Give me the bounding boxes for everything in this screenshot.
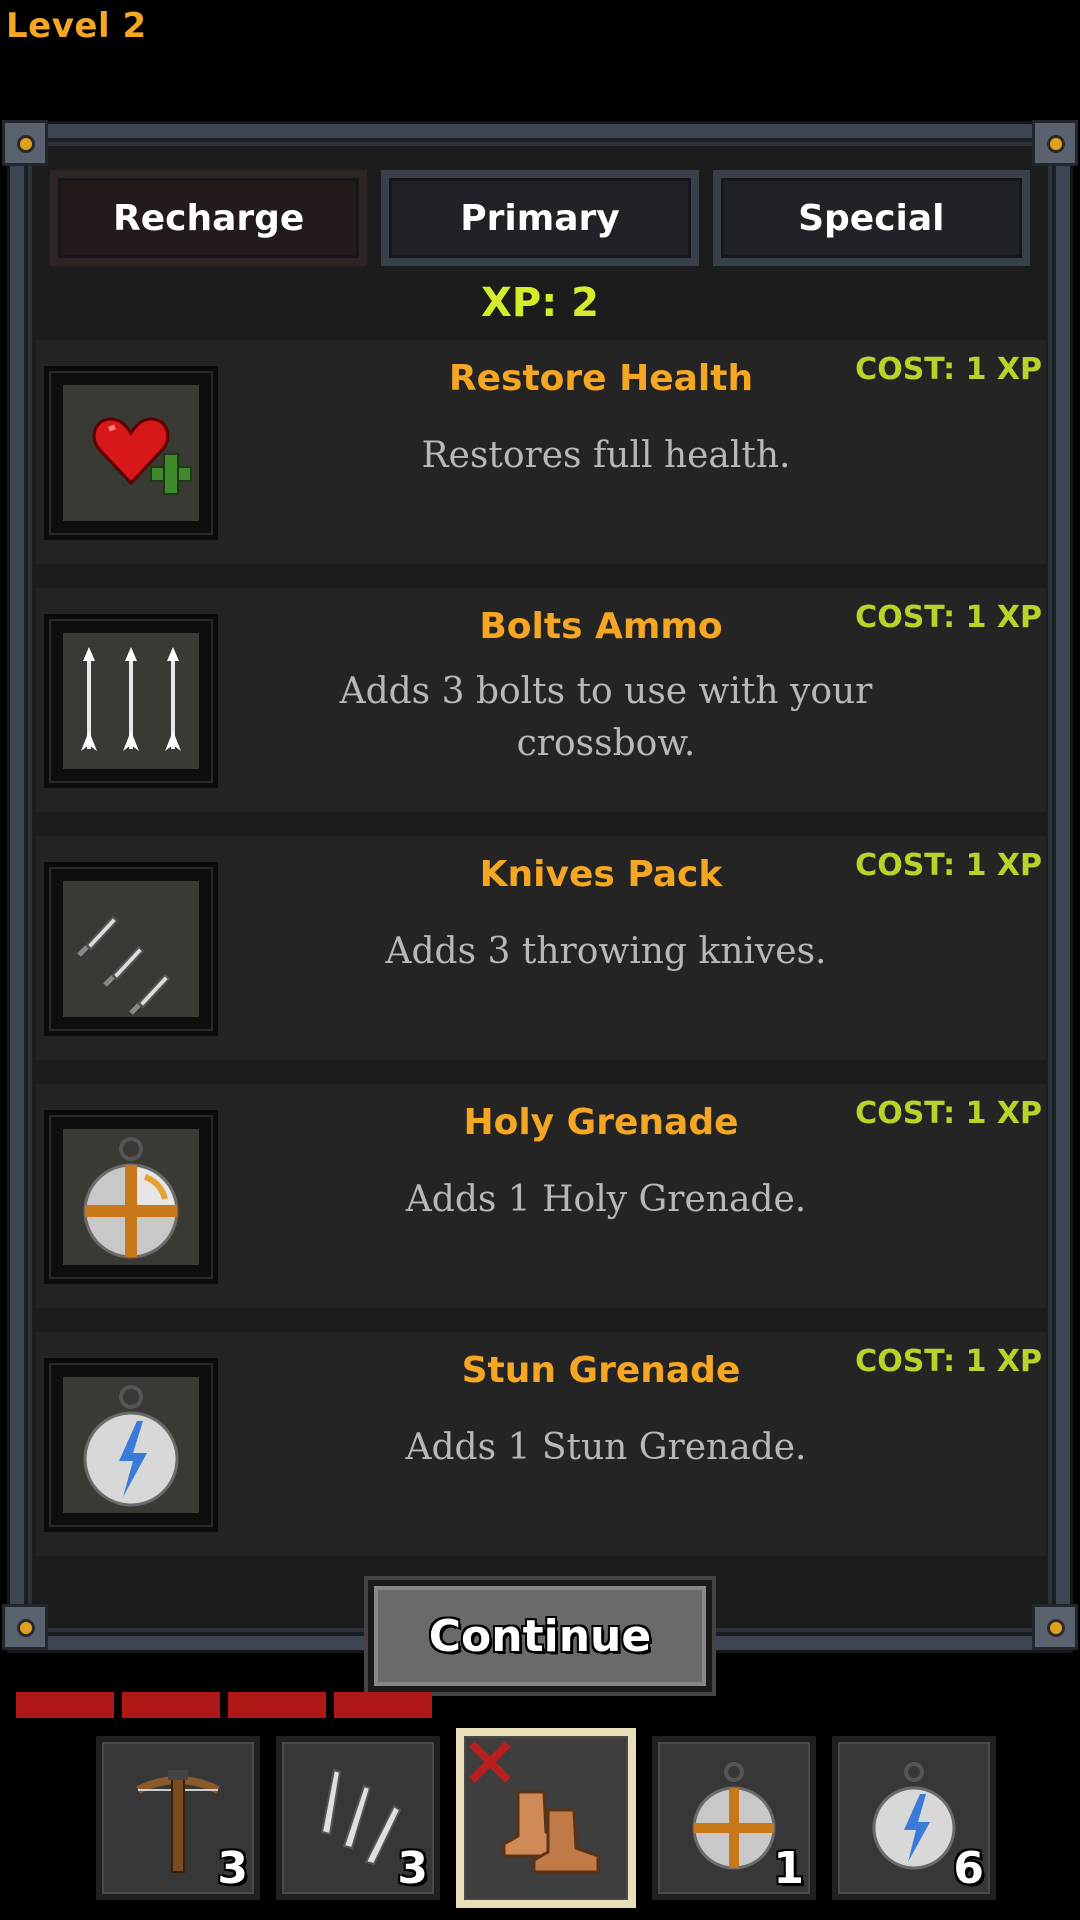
- bolts-icon: [44, 614, 218, 788]
- hotbar-slot-holy-grenade[interactable]: 1: [652, 1736, 816, 1900]
- health-segment: [16, 1692, 114, 1718]
- panel-corner-rivet: [1032, 120, 1078, 166]
- category-tabs: Recharge Primary Special: [50, 170, 1030, 266]
- level-label: Level 2: [6, 6, 147, 46]
- upgrade-item-knives-pack[interactable]: Knives Pack COST: 1 XP Adds 3 throwing k…: [36, 836, 1046, 1060]
- close-icon[interactable]: [464, 1736, 516, 1788]
- item-cost: COST: 1 XP: [855, 352, 1042, 387]
- holy-grenade-icon: [44, 1110, 218, 1284]
- item-count: 1: [773, 1843, 804, 1894]
- health-segment: [228, 1692, 326, 1718]
- item-count: 6: [953, 1843, 984, 1894]
- stun-grenade-icon: [44, 1358, 218, 1532]
- hotbar: 3 3 1 6: [96, 1728, 996, 1908]
- upgrade-item-restore-health[interactable]: Restore Health COST: 1 XP Restores full …: [36, 340, 1046, 564]
- tab-special[interactable]: Special: [712, 170, 1030, 266]
- item-description: Adds 1 Stun Grenade.: [405, 1427, 807, 1468]
- knives-icon: [44, 862, 218, 1036]
- tab-recharge[interactable]: Recharge: [50, 170, 368, 266]
- item-description: Adds 3 bolts to use with your crossbow.: [339, 671, 873, 764]
- health-bar: [16, 1692, 432, 1718]
- hotbar-slot-boots[interactable]: [456, 1728, 636, 1908]
- hotbar-slot-stun-grenade[interactable]: 6: [832, 1736, 996, 1900]
- item-cost: COST: 1 XP: [855, 1344, 1042, 1379]
- item-cost: COST: 1 XP: [855, 848, 1042, 883]
- tab-primary[interactable]: Primary: [381, 170, 699, 266]
- health-segment: [122, 1692, 220, 1718]
- panel-corner-rivet: [2, 1604, 48, 1650]
- item-cost: COST: 1 XP: [855, 600, 1042, 635]
- item-description: Adds 1 Holy Grenade.: [405, 1179, 807, 1220]
- item-count: 3: [397, 1843, 428, 1894]
- upgrade-item-stun-grenade[interactable]: Stun Grenade COST: 1 XP Adds 1 Stun Gren…: [36, 1332, 1046, 1556]
- item-description: Restores full health.: [421, 435, 791, 476]
- item-cost: COST: 1 XP: [855, 1096, 1042, 1131]
- upgrade-item-bolts-ammo[interactable]: Bolts Ammo COST: 1 XP Adds 3 bolts to us…: [36, 588, 1046, 812]
- health-segment: [334, 1692, 432, 1718]
- panel-corner-rivet: [2, 120, 48, 166]
- xp-total: XP: 2: [481, 280, 599, 326]
- heart-plus-icon: [44, 366, 218, 540]
- item-description: Adds 3 throwing knives.: [385, 931, 827, 972]
- hotbar-slot-knives[interactable]: 3: [276, 1736, 440, 1900]
- upgrade-item-holy-grenade[interactable]: Holy Grenade COST: 1 XP Adds 1 Holy Gren…: [36, 1084, 1046, 1308]
- panel-corner-rivet: [1032, 1604, 1078, 1650]
- hotbar-slot-crossbow[interactable]: 3: [96, 1736, 260, 1900]
- item-count: 3: [217, 1843, 248, 1894]
- continue-button[interactable]: Continue: [368, 1580, 712, 1692]
